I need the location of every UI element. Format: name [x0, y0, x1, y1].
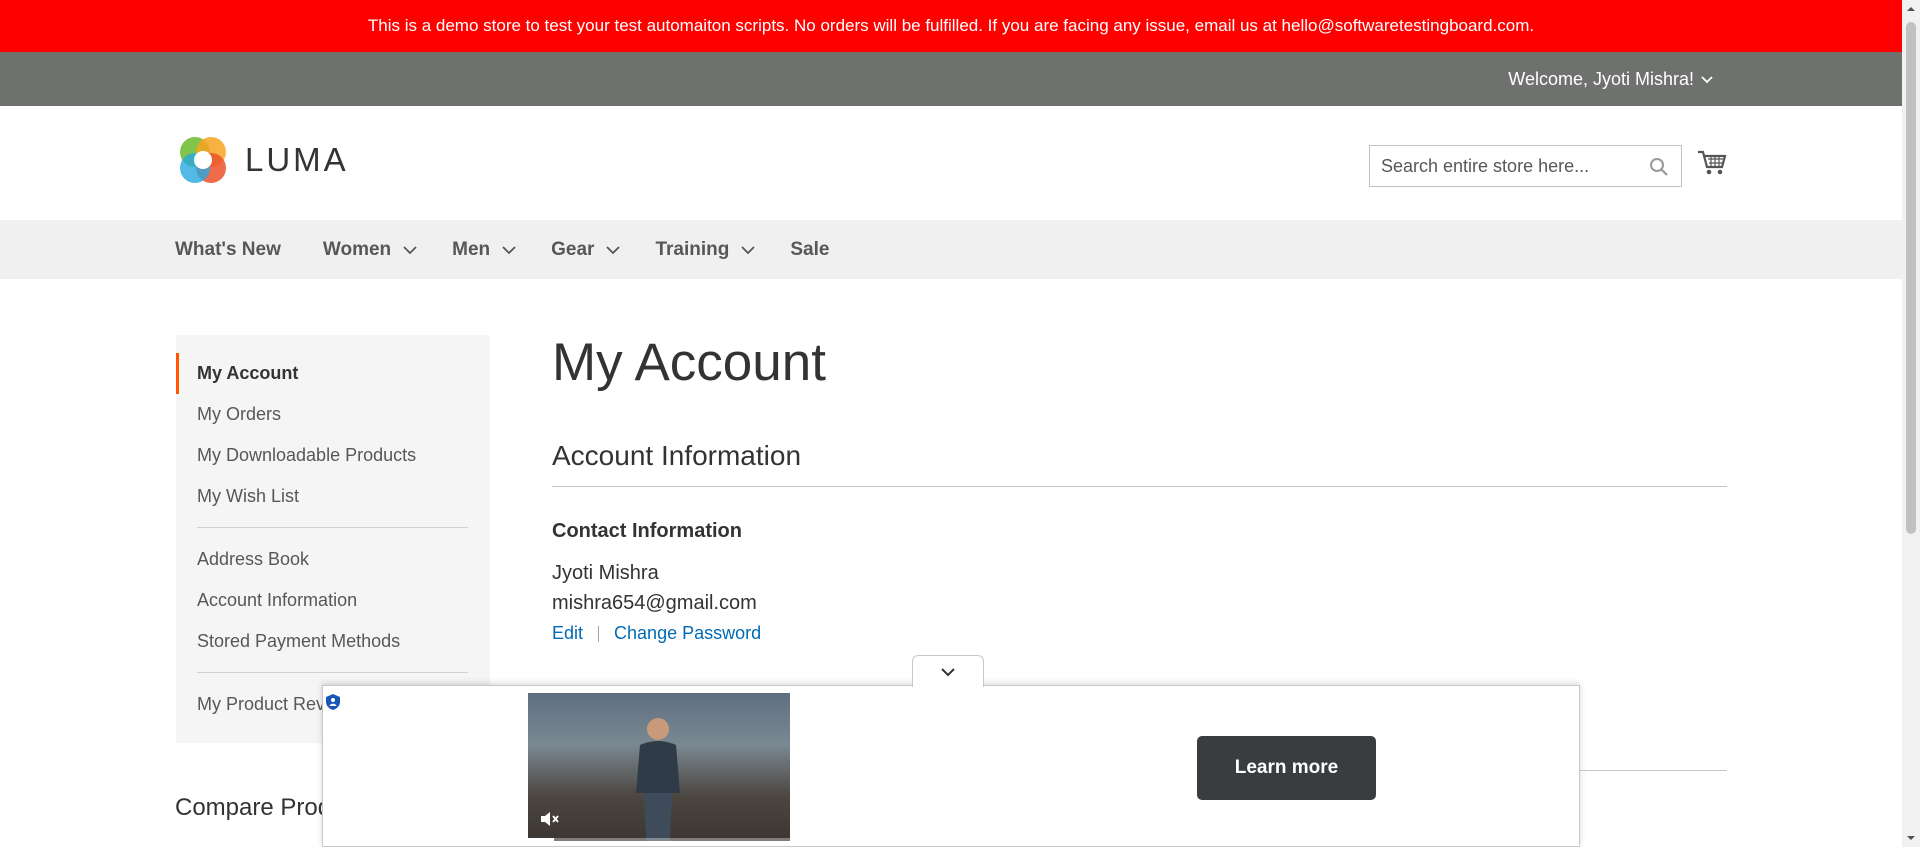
logo-link[interactable]: LUMA: [175, 132, 349, 188]
chevron-down-icon: [941, 667, 955, 676]
video-progress-bar: [528, 838, 790, 841]
sidebar-divider: [197, 527, 468, 528]
chevron-down-icon: [403, 245, 417, 254]
nav-item-whats-new[interactable]: What's New: [175, 239, 281, 261]
nav-item-training[interactable]: Training: [655, 238, 755, 261]
sidebar-item-account-information[interactable]: Account Information: [176, 580, 490, 621]
contact-email: mishra654@gmail.com: [552, 592, 757, 614]
video-person-figure: [636, 718, 680, 841]
demo-notice-text: This is a demo store to test your test a…: [367, 16, 1535, 35]
account-sidebar: My Account My Orders My Downloadable Pro…: [176, 335, 490, 743]
nav-item-men[interactable]: Men: [452, 238, 516, 261]
section-title: Account Information: [552, 438, 1727, 487]
page-title: My Account: [552, 333, 826, 392]
sidebar-item-address-book[interactable]: Address Book: [176, 539, 490, 580]
scrollbar-thumb[interactable]: [1906, 22, 1916, 534]
welcome-text: Welcome, Jyoti Mishra!: [1508, 68, 1694, 89]
main-content: My Account Account Information Contact I…: [552, 330, 1727, 771]
sidebar-item-downloadable-products[interactable]: My Downloadable Products: [176, 435, 490, 476]
video-progress-fill: [528, 838, 555, 841]
sidebar-item-stored-payment-methods[interactable]: Stored Payment Methods: [176, 621, 490, 662]
sidebar-item-my-orders[interactable]: My Orders: [176, 394, 490, 435]
contact-information-title: Contact Information: [552, 520, 742, 542]
scroll-up-arrow-icon[interactable]: [1906, 4, 1916, 14]
compare-products-title: Compare Prod: [175, 794, 332, 821]
chevron-down-icon: [741, 245, 755, 254]
search-box: [1369, 145, 1682, 187]
chevron-down-icon: [606, 245, 621, 254]
learn-more-button[interactable]: Learn more: [1197, 736, 1376, 800]
nav-item-label: Sale: [790, 238, 830, 260]
page-scrollbar[interactable]: [1902, 0, 1920, 847]
ad-collapse-toggle[interactable]: [912, 655, 984, 687]
advertisement-banner: Learn more: [322, 685, 1580, 847]
search-icon[interactable]: [1649, 157, 1669, 177]
contact-name: Jyoti Mishra: [552, 562, 659, 584]
nav-item-label: Men: [452, 238, 491, 260]
nav-item-label: Training: [655, 238, 730, 260]
sidebar-item-my-account[interactable]: My Account: [176, 353, 490, 394]
ad-video-player[interactable]: [528, 693, 790, 841]
scroll-down-arrow-icon[interactable]: [1906, 833, 1916, 843]
demo-notice-banner: This is a demo store to test your test a…: [0, 0, 1902, 52]
main-navigation: What's New Women Men Gear Training Sale: [0, 220, 1902, 279]
nav-item-gear[interactable]: Gear: [551, 238, 621, 261]
edit-link[interactable]: Edit: [552, 623, 583, 644]
sidebar-item-wish-list[interactable]: My Wish List: [176, 476, 490, 517]
change-password-link[interactable]: Change Password: [614, 623, 761, 644]
customer-menu-toggle[interactable]: Welcome, Jyoti Mishra!: [1508, 52, 1714, 106]
search-input[interactable]: [1370, 146, 1681, 186]
action-separator: [598, 625, 600, 642]
mute-icon[interactable]: [538, 808, 560, 830]
nav-item-women[interactable]: Women: [322, 238, 417, 261]
ad-info-icon[interactable]: [324, 693, 342, 711]
site-header: LUMA: [0, 106, 1902, 220]
logo-text: LUMA: [245, 141, 349, 178]
luma-logo-icon: [180, 137, 226, 183]
shopping-cart-icon[interactable]: [1697, 148, 1727, 178]
nav-item-label: What's New: [175, 238, 281, 260]
contact-actions: Edit Change Password: [552, 623, 1727, 644]
top-bar: Welcome, Jyoti Mishra!: [0, 52, 1902, 106]
nav-item-label: Women: [322, 238, 392, 260]
chevron-down-icon: [1701, 76, 1713, 84]
nav-item-sale[interactable]: Sale: [790, 239, 829, 261]
nav-item-label: Gear: [551, 238, 595, 260]
chevron-down-icon: [502, 245, 516, 254]
sidebar-divider: [197, 672, 468, 673]
